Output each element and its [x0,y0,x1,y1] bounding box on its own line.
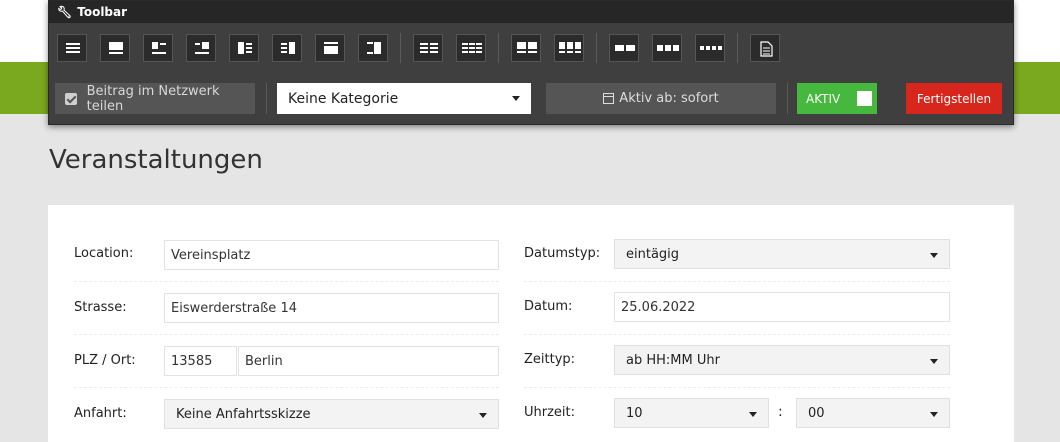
date-label: Datum: [524,299,573,314]
layout-gallery-two-button[interactable] [609,34,639,62]
toggle-knob [857,91,872,106]
chevron-down-icon [930,359,938,364]
directions-value: Keine Anfahrtsskizze [176,406,311,422]
layout-gallery-four-button[interactable] [695,34,725,62]
layout-image-right-button[interactable] [186,34,216,62]
directions-label: Anfahrt: [74,406,127,421]
date-type-label: Datumstyp: [524,246,601,261]
layout-buttons [57,33,793,63]
layout-gallery-three-button[interactable] [652,34,682,62]
minute-select[interactable]: 00 [796,398,950,428]
category-value: Keine Kategorie [288,90,399,107]
share-network-checkbox[interactable]: Beitrag im Netzwerk teilen [55,83,255,114]
layout-image-left-button[interactable] [143,34,173,62]
checkbox-checked-icon [65,92,77,105]
active-from-label: Aktiv ab: sofort [619,91,719,106]
row-divider [74,334,499,335]
page-title: Veranstaltungen [49,145,263,175]
time-type-select[interactable]: ab HH:MM Uhr [614,345,950,375]
layout-separator [596,33,597,63]
minute-value: 00 [808,405,825,421]
chevron-down-icon [479,413,487,418]
calendar-icon [603,93,615,104]
date-type-value: eintägig [626,246,680,262]
control-separator [787,83,788,114]
row-divider [524,334,950,335]
toolbar-panel: 🔧︎ Toolbar Beitrag im Netzwerk teilen Ke… [48,0,1014,125]
layout-two-columns-button[interactable] [413,34,443,62]
layout-image-top-button[interactable] [100,34,130,62]
active-from-button[interactable]: Aktiv ab: sofort [546,83,776,114]
row-divider [524,387,950,388]
layout-text-full-button[interactable] [57,34,87,62]
city-input[interactable]: Berlin [238,346,499,376]
hour-value: 10 [626,405,643,421]
time-label: Uhrzeit: [524,405,576,420]
finish-button-label: Fertigstellen [916,91,992,106]
chevron-down-icon [512,96,520,101]
street-input[interactable]: Eiswerderstraße 14 [164,293,499,323]
date-type-select[interactable]: eintägig [614,239,950,269]
time-type-value: ab HH:MM Uhr [626,352,720,368]
layout-two-images-text-button[interactable] [511,34,541,62]
chevron-down-icon [930,253,938,258]
directions-select[interactable]: Keine Anfahrtsskizze [164,399,499,429]
time-separator: : [778,404,783,420]
layout-separator [400,33,401,63]
wrench-icon: 🔧︎ [57,5,73,19]
share-network-label: Beitrag im Netzwerk teilen [86,83,220,114]
date-input[interactable]: 25.06.2022 [614,292,950,322]
layout-separator [498,33,499,63]
layout-image-right-wrap-button[interactable] [272,34,302,62]
layout-separator [737,33,738,63]
time-type-label: Zeittyp: [524,352,576,367]
chevron-down-icon [749,412,757,417]
page-button[interactable] [750,34,780,62]
finish-button[interactable]: Fertigstellen [906,83,1002,114]
location-input[interactable]: Vereinsplatz [164,240,499,270]
toolbar-header[interactable]: 🔧︎ Toolbar [49,1,1013,23]
layout-three-columns-button[interactable] [456,34,486,62]
toolbar-controls: Beitrag im Netzwerk teilen Keine Kategor… [55,83,1007,114]
location-label: Location: [74,246,134,261]
chevron-down-icon [930,412,938,417]
active-toggle[interactable]: AKTIV [797,83,877,114]
document-icon [760,41,773,57]
row-divider [524,281,950,282]
hour-select[interactable]: 10 [614,398,769,428]
active-toggle-label: AKTIV [806,91,841,106]
zip-city-label: PLZ / Ort: [74,353,136,368]
layout-image-bottom-right-button[interactable] [358,34,388,62]
event-form-card: Location: Vereinsplatz Strasse: Eiswerde… [48,205,1014,442]
toolbar-title: Toolbar [77,5,128,19]
street-label: Strasse: [74,300,127,315]
row-divider [74,387,499,388]
row-divider [74,281,499,282]
layout-three-images-text-button[interactable] [554,34,584,62]
category-select[interactable]: Keine Kategorie [277,83,531,114]
layout-image-bottom-button[interactable] [315,34,345,62]
layout-image-left-wrap-button[interactable] [229,34,259,62]
zip-input[interactable]: 13585 [164,346,237,376]
control-separator [266,83,267,114]
